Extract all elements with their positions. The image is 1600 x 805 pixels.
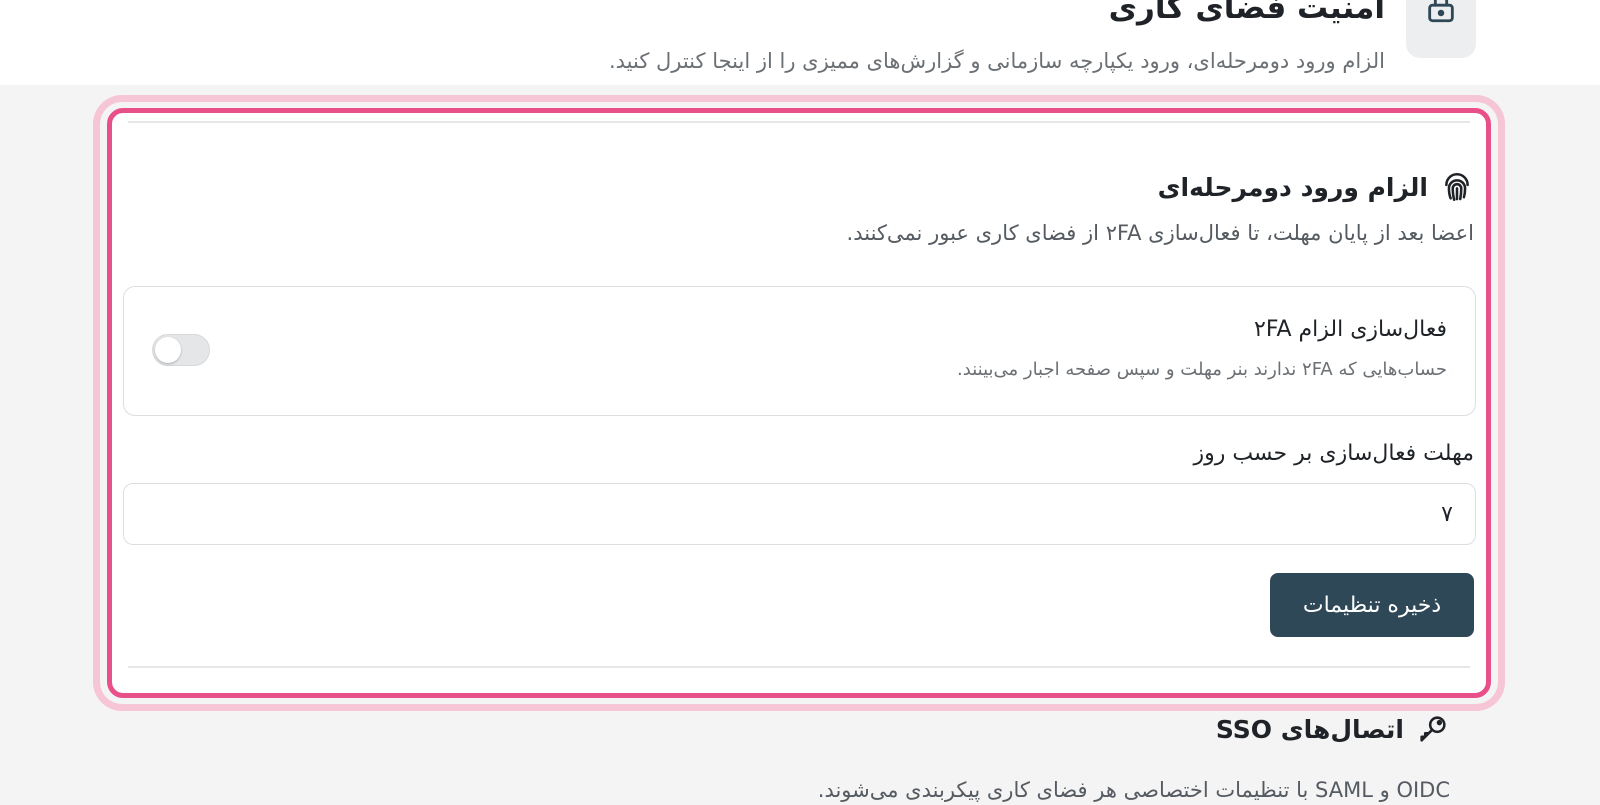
two-factor-description: اعضا بعد از پایان مهلت، تا فعال‌سازی ۲FA…: [846, 221, 1474, 245]
sso-description: OIDC و SAML با تنظیمات اختصاصی هر فضای ک…: [817, 778, 1450, 802]
key-icon: [1416, 712, 1450, 746]
page-title: امنیت فضای کاری: [1108, 0, 1385, 26]
page-subtitle: الزام ورود دومرحله‌ای، ورود یکپارچه سازم…: [608, 49, 1385, 73]
grace-period-input[interactable]: [123, 483, 1476, 545]
two-factor-title: الزام ورود دومرحله‌ای: [1157, 172, 1428, 202]
fingerprint-icon: [1440, 170, 1474, 204]
enforce-2fa-title: فعال‌سازی الزام ۲FA: [1254, 317, 1447, 342]
toggle-knob: [155, 337, 181, 363]
enforce-2fa-toggle[interactable]: [152, 334, 210, 366]
sso-title: اتصال‌های SSO: [1215, 714, 1404, 744]
card-bottom-divider: [128, 666, 1470, 668]
sso-heading: اتصال‌های SSO: [1216, 712, 1450, 746]
save-settings-button[interactable]: ذخیره تنظیمات: [1270, 573, 1474, 637]
grace-period-label: مهلت فعال‌سازی بر حسب روز: [1193, 441, 1474, 466]
enforce-2fa-description: حساب‌هایی که ۲FA ندارند بنر مهلت و سپس ص…: [957, 359, 1447, 380]
enforce-2fa-panel: فعال‌سازی الزام ۲FA حساب‌هایی که ۲FA ندا…: [123, 286, 1476, 416]
two-factor-card: الزام ورود دومرحله‌ای اعضا بعد از پایان …: [107, 108, 1491, 698]
card-top-divider: [128, 121, 1470, 123]
lock-icon: [1406, 0, 1476, 58]
two-factor-heading: الزام ورود دومرحله‌ای: [1158, 170, 1474, 204]
